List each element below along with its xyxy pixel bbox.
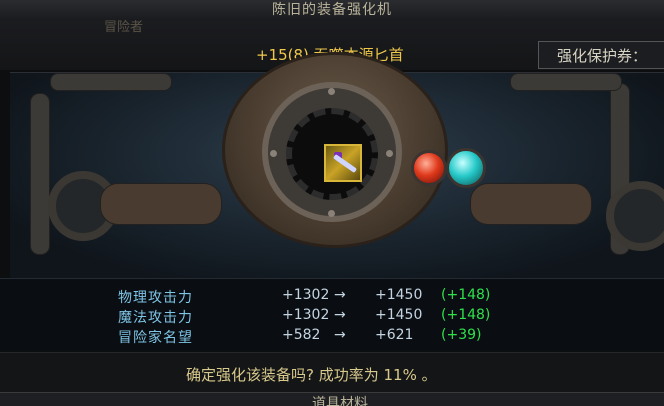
stat-before: +582 bbox=[282, 327, 321, 343]
confirm-message: 确定强化该装备吗? 成功率为 11% 。 bbox=[186, 366, 437, 384]
stat-before: +1302 bbox=[282, 287, 330, 303]
enhance-window: { "window": {"title": "陈旧的装备强化机"}, "back… bbox=[0, 0, 664, 406]
pipe bbox=[510, 73, 622, 91]
stat-after: +1450 bbox=[375, 307, 423, 323]
background-partial-text: 冒险者 bbox=[104, 20, 144, 34]
bolt bbox=[328, 210, 335, 217]
bottom-partial-text: 道具材料 bbox=[312, 396, 368, 406]
protection-ticket-label[interactable]: 强化保护券： bbox=[538, 41, 664, 69]
bolt bbox=[386, 150, 393, 157]
bolt bbox=[270, 150, 277, 157]
pipe bbox=[30, 93, 50, 255]
arrow-right-icon: → bbox=[334, 327, 346, 343]
title-bar[interactable]: 陈旧的装备强化机 bbox=[0, 0, 664, 21]
stat-row-adventurer-fame: 冒险家名望 +582 → +621 (+39) bbox=[0, 327, 664, 347]
arrow-right-icon: → bbox=[334, 307, 346, 323]
stat-name: 物理攻击力 bbox=[118, 290, 193, 306]
stat-name: 冒险家名望 bbox=[118, 330, 193, 346]
stat-delta: (+148) bbox=[441, 307, 491, 323]
window-title: 陈旧的装备强化机 bbox=[272, 2, 392, 18]
stat-delta: (+39) bbox=[441, 327, 482, 343]
pipe bbox=[50, 73, 172, 91]
stats-panel: 物理攻击力 +1302 → +1450 (+148) 魔法攻击力 +1302 →… bbox=[0, 278, 664, 351]
arrow-right-icon: → bbox=[334, 287, 346, 303]
cyan-orb-light bbox=[446, 148, 486, 188]
stat-delta: (+148) bbox=[441, 287, 491, 303]
red-orb-light bbox=[411, 150, 447, 186]
left-arm bbox=[100, 183, 222, 225]
stat-row-magic-attack: 魔法攻击力 +1302 → +1450 (+148) bbox=[0, 307, 664, 327]
stat-name: 魔法攻击力 bbox=[118, 310, 193, 326]
stat-before: +1302 bbox=[282, 307, 330, 323]
bolt bbox=[328, 88, 335, 95]
dagger-icon[interactable] bbox=[324, 144, 362, 182]
dagger-blade bbox=[332, 153, 358, 174]
stat-after: +621 bbox=[375, 327, 414, 343]
stat-row-physical-attack: 物理攻击力 +1302 → +1450 (+148) bbox=[0, 287, 664, 307]
stat-after: +1450 bbox=[375, 287, 423, 303]
right-arm bbox=[470, 183, 592, 225]
